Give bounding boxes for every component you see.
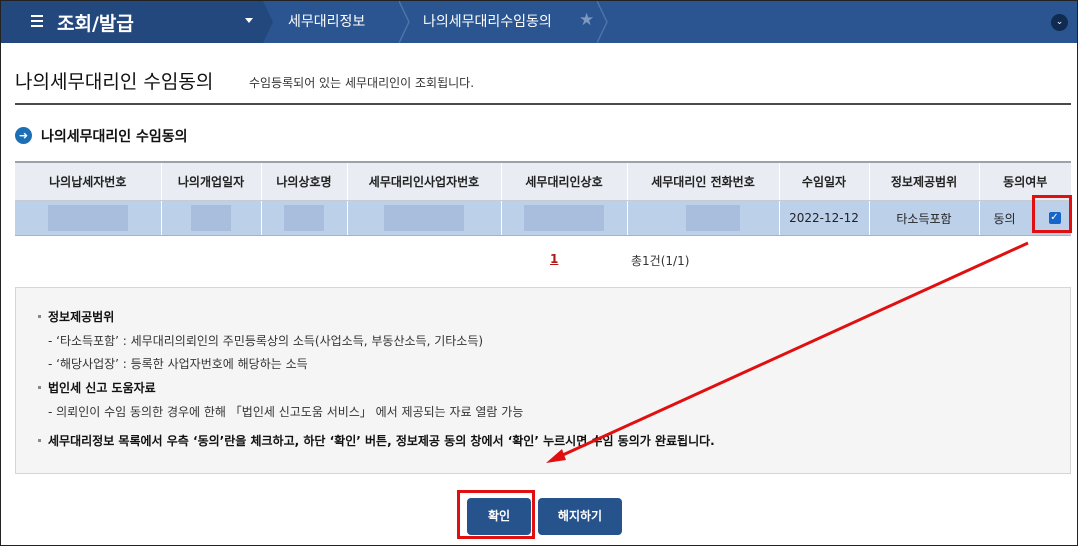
app-frame: 조회/발급 세무대리정보 나의세무대리수임동의 ★ ⌄ 나의세무대리인 수임동의… bbox=[0, 0, 1078, 546]
annotation-arrow-icon bbox=[546, 241, 1029, 463]
